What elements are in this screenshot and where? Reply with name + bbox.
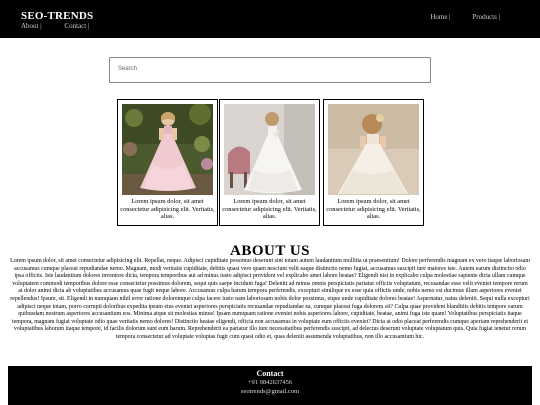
nav-link-home[interactable]: Home | (430, 13, 450, 21)
footer-phone: +91 9842637456 (247, 379, 293, 386)
product-caption: Lorem ipsum dolor, sit amet consectetur … (222, 198, 317, 220)
nav-link-contact[interactable]: Contact | (64, 22, 89, 30)
brand-logo[interactable]: SEO-TRENDS (21, 10, 93, 22)
product-image-ivory-gown[interactable] (328, 104, 419, 195)
product-card[interactable]: Lorem ipsum dolor, sit amet consectetur … (117, 99, 218, 226)
footer-title: Contact (256, 369, 284, 378)
product-card[interactable]: Lorem ipsum dolor, sit amet consectetur … (219, 99, 320, 226)
sub-navigation: About | Contact | (21, 22, 89, 30)
product-caption: Lorem ipsum dolor, sit amet consectetur … (326, 198, 421, 220)
top-navbar: SEO-TRENDS About | Contact | Home | Prod… (0, 0, 540, 38)
product-image-pink-gown[interactable] (122, 104, 213, 195)
search-input[interactable]: Search (109, 57, 431, 83)
product-image-white-gown[interactable] (224, 104, 315, 195)
nav-link-about[interactable]: About | (21, 22, 42, 30)
product-caption: Lorem ipsum dolor, sit amet consectetur … (120, 198, 215, 220)
footer-contact: Contact +91 9842637456 seotrends@gmail.c… (8, 366, 532, 405)
product-card[interactable]: Lorem ipsum dolor, sit amet consectetur … (323, 99, 424, 226)
search-placeholder: Search (118, 66, 138, 72)
main-navigation: Home | Products | (430, 13, 500, 21)
footer-email[interactable]: seotrends@gmail.com (8, 388, 532, 397)
nav-link-products[interactable]: Products | (472, 13, 500, 21)
about-paragraph: Lorem ipsum dolor, sit amet consectetur … (10, 258, 530, 340)
